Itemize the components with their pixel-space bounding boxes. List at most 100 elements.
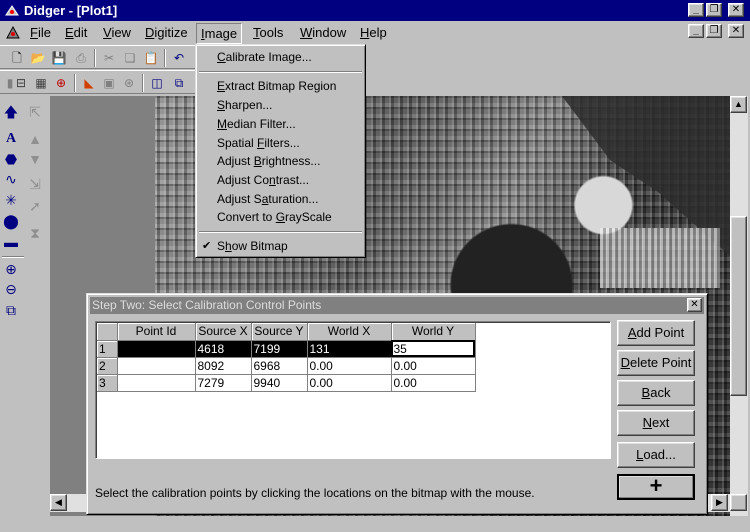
paste-icon[interactable]: 📋	[142, 49, 160, 67]
table-row[interactable]: 1 4618 7199 131 35	[97, 340, 476, 358]
row-header[interactable]: 1	[97, 340, 118, 358]
polyline-icon[interactable]: ∿	[1, 169, 21, 189]
minimize-button[interactable]: _	[688, 3, 704, 17]
mdi-close-button[interactable]: ✕	[728, 24, 744, 38]
mdi-restore-button[interactable]: ❐	[706, 24, 722, 38]
cut-icon[interactable]: ✂	[100, 49, 118, 67]
menu-image[interactable]: Image	[196, 23, 243, 44]
cell-source-x[interactable]: 4618	[195, 340, 252, 358]
globe-icon[interactable]: ⊛	[120, 74, 138, 92]
print-icon[interactable]: ⎙	[72, 49, 90, 67]
menu-item-calibrate-image[interactable]: Calibrate Image...	[217, 50, 312, 64]
calibrate-icon[interactable]: ⊟	[12, 74, 30, 92]
table-row[interactable]: 3 7279 9940 0.00 0.00	[97, 374, 476, 392]
menu-item-sharpen[interactable]: Sharpen...	[217, 98, 272, 112]
pointer-icon[interactable]: ➚	[25, 196, 45, 216]
undo-icon[interactable]: ↶	[170, 49, 188, 67]
menu-item-spatial-filters[interactable]: Spatial Filters...	[217, 136, 300, 150]
cell-point-id[interactable]	[117, 340, 196, 358]
mdi-minimize-button[interactable]: _	[688, 24, 704, 38]
restore-button[interactable]: ❐	[706, 3, 722, 17]
cell-world-y[interactable]: 0.00	[391, 357, 476, 375]
cell-source-x[interactable]: 7279	[195, 374, 252, 392]
close-button[interactable]: ✕	[728, 3, 744, 17]
menu-edit[interactable]: Edit	[61, 25, 91, 40]
ellipse-icon[interactable]: ⬤	[1, 211, 21, 231]
zoom-in-icon[interactable]: ⊕	[1, 259, 21, 279]
table-row[interactable]: 2 8092 6968 0.00 0.00	[97, 357, 476, 375]
cell-world-y[interactable]: 0.00	[391, 374, 476, 392]
dialog-close-button[interactable]: ✕	[687, 298, 702, 312]
menu-file[interactable]: File	[26, 25, 55, 40]
text-icon[interactable]: A	[1, 129, 21, 149]
save-icon[interactable]: 💾	[50, 49, 68, 67]
plus-button[interactable]: +	[617, 474, 695, 500]
menu-view[interactable]: View	[99, 25, 135, 40]
menu-item-convert-grayscale[interactable]: Convert to GrayScale	[217, 210, 332, 224]
arrow-up-icon[interactable]: 🡅	[1, 102, 21, 122]
rectangle-icon[interactable]: ▬	[1, 232, 21, 252]
copy-icon[interactable]: ❏	[121, 49, 139, 67]
control-points-grid[interactable]: Point Id Source X Source Y World X World…	[95, 321, 611, 459]
image-toolbar: ▮ ⊟ ▦ ⊕ ◣ ▣ ⊛ ◫ ⧉	[0, 70, 195, 94]
cell-point-id[interactable]	[117, 357, 196, 375]
row-header[interactable]: 2	[97, 357, 118, 375]
dialog-title: Step Two: Select Calibration Control Poi…	[92, 298, 322, 312]
cell-source-x[interactable]: 8092	[195, 357, 252, 375]
vertical-scroll-thumb[interactable]	[730, 216, 747, 396]
menu-item-adjust-contrast[interactable]: Adjust Contrast...	[217, 173, 309, 187]
new-icon[interactable]: 🗋	[8, 49, 26, 67]
frame-icon[interactable]: ▣	[100, 74, 118, 92]
row-header[interactable]: 3	[97, 374, 118, 392]
delete-point-button[interactable]: Delete Point	[617, 350, 695, 376]
select-icon[interactable]: ⇱	[25, 102, 45, 122]
col-header-world-y[interactable]: World Y	[391, 323, 476, 341]
menu-item-median-filter[interactable]: Median Filter...	[217, 117, 296, 131]
document-menu-icon[interactable]	[4, 24, 22, 42]
zoom-rect-icon[interactable]: ⧉	[1, 300, 21, 320]
move-down-icon[interactable]: ▼	[25, 149, 45, 169]
menu-item-adjust-brightness[interactable]: Adjust Brightness...	[217, 154, 320, 168]
menu-tools[interactable]: Tools	[249, 25, 287, 40]
cell-source-y[interactable]: 6968	[251, 357, 308, 375]
cell-world-x[interactable]: 0.00	[307, 357, 392, 375]
symbol-icon[interactable]: ✳	[1, 190, 21, 210]
cell-world-x[interactable]: 131	[307, 340, 392, 358]
col-header-point-id[interactable]: Point Id	[117, 323, 196, 341]
add-point-button[interactable]: Add Point	[617, 320, 695, 346]
color-icon[interactable]: ◣	[80, 74, 98, 92]
cell-source-y[interactable]: 9940	[251, 374, 308, 392]
scroll-right-button[interactable]: ▶	[711, 494, 728, 511]
menu-digitize[interactable]: Digitize	[141, 25, 192, 40]
menu-item-adjust-saturation[interactable]: Adjust Saturation...	[217, 192, 318, 206]
open-icon[interactable]: 📂	[29, 49, 47, 67]
grid-icon[interactable]: ▦	[32, 74, 50, 92]
menu-item-show-bitmap[interactable]: Show Bitmap	[217, 239, 288, 253]
spline-icon[interactable]: ⧗	[25, 223, 45, 243]
menu-help[interactable]: Help	[356, 25, 391, 40]
cell-world-x[interactable]: 0.00	[307, 374, 392, 392]
tile-icon[interactable]: ⧉	[170, 74, 188, 92]
scroll-up-button[interactable]: ▲	[730, 96, 747, 113]
back-button[interactable]: Back	[617, 380, 695, 406]
window-icon[interactable]: ◫	[148, 74, 166, 92]
col-header-source-y[interactable]: Source Y	[251, 323, 308, 341]
vertical-scrollbar[interactable]: ▲ ▼	[730, 96, 748, 516]
target-icon[interactable]: ⊕	[52, 74, 70, 92]
menu-item-extract-bitmap-region[interactable]: Extract Bitmap Region	[217, 79, 336, 93]
scroll-left-button[interactable]: ◀	[50, 494, 67, 511]
load-button[interactable]: Load...	[617, 442, 695, 468]
toolbar-separator	[94, 49, 96, 67]
col-header-world-x[interactable]: World X	[307, 323, 392, 341]
cell-point-id[interactable]	[117, 374, 196, 392]
col-header-source-x[interactable]: Source X	[195, 323, 252, 341]
menu-window[interactable]: Window	[296, 25, 350, 40]
polygon-icon[interactable]: ⬣	[1, 149, 21, 169]
zoom-out-icon[interactable]: ⊖	[1, 279, 21, 299]
checkmark-icon: ✔	[202, 240, 212, 252]
cell-source-y[interactable]: 7199	[251, 340, 308, 358]
reshape-icon[interactable]: ⇲	[25, 174, 45, 194]
move-up-icon[interactable]: ▲	[25, 129, 45, 149]
next-button[interactable]: Next	[617, 410, 695, 436]
cell-world-y-editing[interactable]: 35	[391, 340, 476, 358]
